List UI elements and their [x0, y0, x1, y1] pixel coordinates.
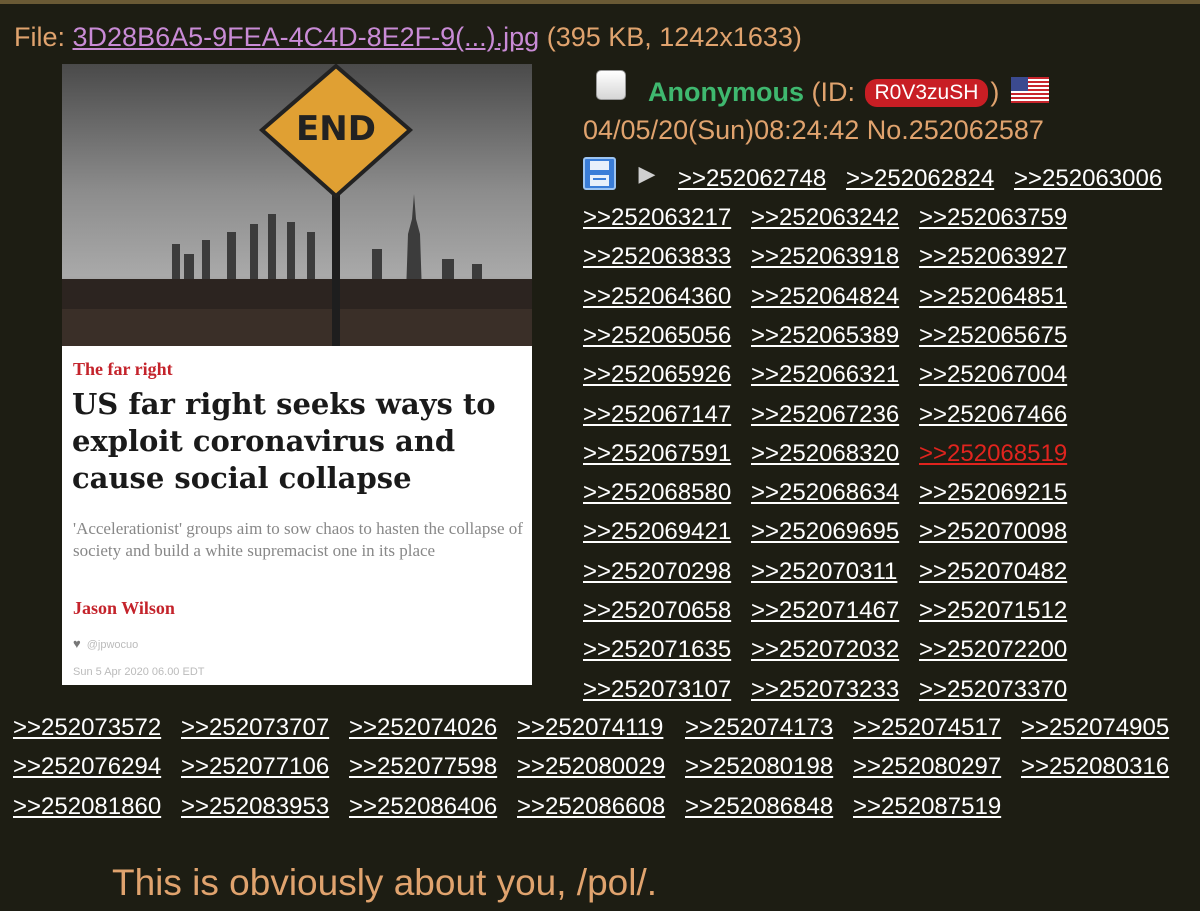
reply-link[interactable]: >>252073572: [13, 713, 161, 743]
reply-link[interactable]: >>252070098: [919, 517, 1067, 547]
reply-link[interactable]: >>252063217: [583, 203, 731, 233]
reply-link[interactable]: >>252065056: [583, 321, 731, 351]
reply-link[interactable]: >>252065675: [919, 321, 1067, 351]
thumbnail-photo: END: [62, 64, 532, 346]
reply-link[interactable]: >>252076294: [13, 752, 161, 782]
article-kicker: The far right: [73, 359, 173, 379]
reply-link[interactable]: >>252080316: [1021, 752, 1169, 782]
reply-link[interactable]: >>252073370: [919, 675, 1067, 705]
reply-link[interactable]: >>252073233: [751, 675, 899, 705]
reply-link[interactable]: >>252064360: [583, 282, 731, 312]
reply-link[interactable]: >>252072200: [919, 635, 1067, 665]
reply-link[interactable]: >>252074517: [853, 713, 1001, 743]
file-meta: (395 KB, 1242x1633): [539, 22, 802, 52]
reply-link[interactable]: >>252074905: [1021, 713, 1169, 743]
poster-name: Anonymous: [648, 77, 805, 107]
reply-link[interactable]: >>252068320: [751, 439, 899, 469]
reply-link[interactable]: >>252071512: [919, 596, 1067, 626]
sign-text: END: [296, 109, 376, 149]
reply-link[interactable]: >>252083953: [181, 792, 329, 822]
reply-link[interactable]: >>252074119: [517, 713, 663, 743]
poster-id-badge[interactable]: R0V3zuSH: [864, 79, 989, 107]
reply-link[interactable]: >>252063833: [583, 242, 731, 272]
article-byline: Jason Wilson: [73, 598, 175, 618]
post-datetime: 04/05/20(Sun)08:24:42 No.252062587: [583, 115, 1044, 145]
reply-link[interactable]: >>252069215: [919, 478, 1067, 508]
reply-link[interactable]: >>252073707: [181, 713, 329, 743]
reply-link[interactable]: >>252080297: [853, 752, 1001, 782]
reply-link[interactable]: >>252087519: [853, 792, 1001, 822]
reply-link[interactable]: >>252077106: [181, 752, 329, 782]
reply-link[interactable]: >>252068634: [751, 478, 899, 508]
reply-link[interactable]: >>252065926: [583, 360, 731, 390]
post-icons: ▶: [583, 157, 655, 191]
reply-link[interactable]: >>252074026: [349, 713, 497, 743]
reply-link[interactable]: >>252063759: [919, 203, 1067, 233]
reply-link[interactable]: >>252066321: [751, 360, 899, 390]
reply-link[interactable]: >>252067591: [583, 439, 731, 469]
reply-link[interactable]: >>252062748: [678, 164, 826, 194]
id-prefix: (ID:: [804, 77, 863, 107]
reply-link[interactable]: >>252067466: [919, 400, 1067, 430]
reply-link[interactable]: >>252070482: [919, 557, 1067, 587]
reply-link[interactable]: >>252067004: [919, 360, 1067, 390]
post-name-line: Anonymous (ID: R0V3zuSH): [648, 77, 1049, 108]
reply-link[interactable]: >>252063918: [751, 242, 899, 272]
thumbnail-image[interactable]: END The far right US far right seeks way…: [62, 64, 532, 685]
article-standfirst: 'Accelerationist' groups aim to sow chao…: [73, 519, 523, 560]
reply-link[interactable]: >>252069695: [751, 517, 899, 547]
reply-link[interactable]: >>252070298: [583, 557, 731, 587]
checkbox-icon[interactable]: [596, 70, 626, 100]
play-triangle-icon[interactable]: ▶: [638, 161, 655, 187]
reply-link[interactable]: >>252069421: [583, 517, 731, 547]
floppy-save-icon[interactable]: [583, 157, 616, 190]
id-suffix: ): [990, 77, 1000, 107]
reply-link[interactable]: >>252074173: [685, 713, 833, 743]
reply-link[interactable]: >>252064824: [751, 282, 899, 312]
us-flag-icon: [1010, 77, 1049, 103]
file-label: File:: [14, 22, 73, 52]
twitter-icon: ♥: [73, 636, 81, 651]
post-comment: This is obviously about you, /pol/.: [112, 862, 658, 903]
reply-link[interactable]: >>252072032: [751, 635, 899, 665]
author-handle: ♥ @jpwocuo: [73, 636, 138, 651]
reply-link[interactable]: >>252068519: [919, 439, 1067, 469]
reply-link[interactable]: >>252086406: [349, 792, 497, 822]
top-border: [0, 0, 1200, 4]
file-info: File: 3D28B6A5-9FEA-4C4D-8E2F-9(...).jpg…: [14, 22, 802, 53]
reply-link[interactable]: >>252077598: [349, 752, 497, 782]
reply-link[interactable]: >>252086608: [517, 792, 665, 822]
reply-link[interactable]: >>252063927: [919, 242, 1067, 272]
reply-link[interactable]: >>252081860: [13, 792, 161, 822]
reply-link[interactable]: >>252063242: [751, 203, 899, 233]
file-link[interactable]: 3D28B6A5-9FEA-4C4D-8E2F-9(...).jpg: [73, 22, 540, 52]
reply-link[interactable]: >>252063006: [1014, 164, 1162, 194]
author-handle-text: @jpwocuo: [86, 639, 139, 651]
reply-link[interactable]: >>252070658: [583, 596, 731, 626]
article-headline: US far right seeks ways to exploit coron…: [72, 387, 496, 495]
reply-link[interactable]: >>252070311: [751, 557, 897, 587]
reply-link[interactable]: >>252071467: [751, 596, 899, 626]
reply-link[interactable]: >>252086848: [685, 792, 833, 822]
reply-link[interactable]: >>252080029: [517, 752, 665, 782]
reply-link[interactable]: >>252071635: [583, 635, 731, 665]
reply-link[interactable]: >>252068580: [583, 478, 731, 508]
reply-link[interactable]: >>252064851: [919, 282, 1067, 312]
reply-link[interactable]: >>252067147: [583, 400, 731, 430]
article-date: Sun 5 Apr 2020 06.00 EDT: [73, 666, 205, 678]
reply-link[interactable]: >>252062824: [846, 164, 994, 194]
reply-link[interactable]: >>252080198: [685, 752, 833, 782]
reply-link[interactable]: >>252065389: [751, 321, 899, 351]
reply-link[interactable]: >>252073107: [583, 675, 731, 705]
reply-link[interactable]: >>252067236: [751, 400, 899, 430]
